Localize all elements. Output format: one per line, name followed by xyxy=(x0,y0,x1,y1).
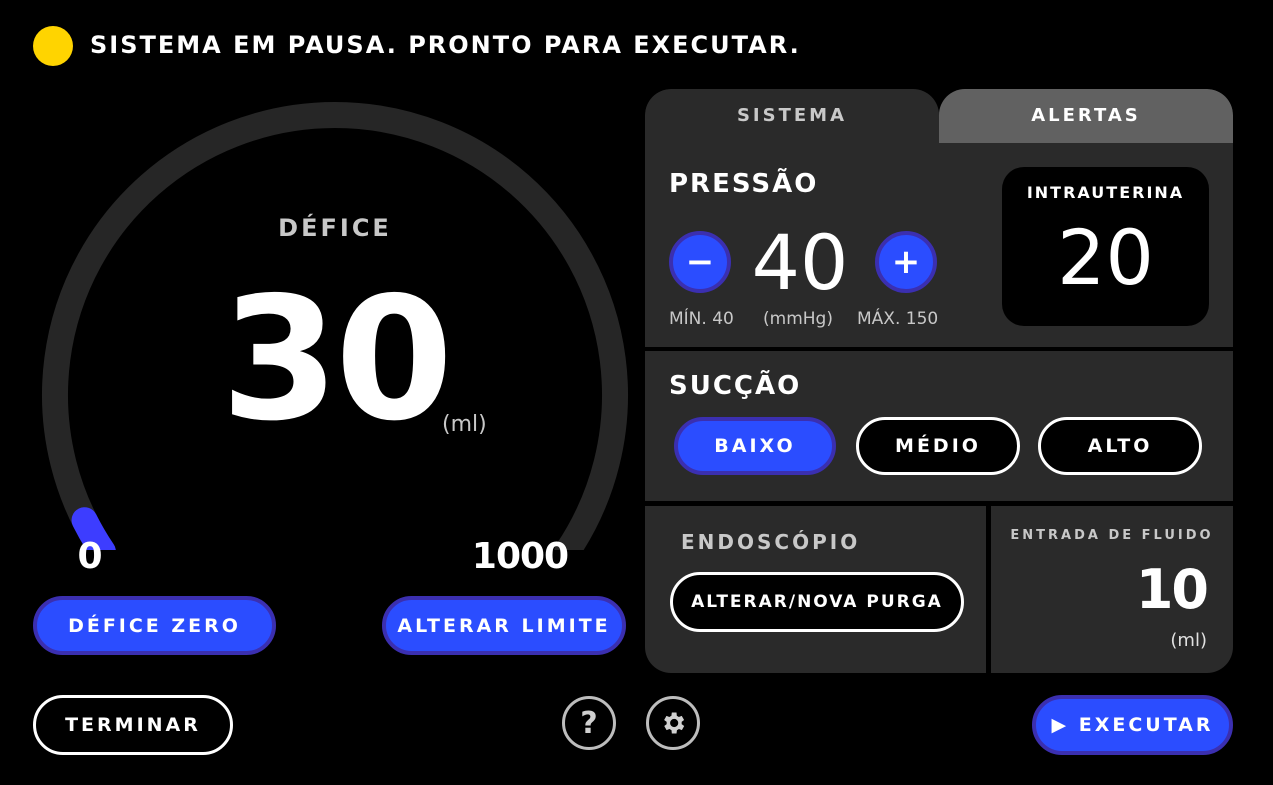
control-panel: ALERTAS SISTEMA PRESSÃO − 40 + MÍN. 40 (… xyxy=(645,89,1233,673)
terminate-button[interactable]: TERMINAR xyxy=(33,695,233,755)
zero-deficit-button[interactable]: DÉFICE ZERO xyxy=(33,596,276,655)
endoscope-title: ENDOSCÓPIO xyxy=(681,530,861,554)
change-limit-button[interactable]: ALTERAR LIMITE xyxy=(382,596,626,655)
pressure-value: 40 xyxy=(751,218,849,307)
tab-alerts-label: ALERTAS xyxy=(1031,105,1141,126)
intrauterine-label: INTRAUTERINA xyxy=(1026,183,1185,202)
intrauterine-display: INTRAUTERINA 20 xyxy=(1002,167,1209,326)
plus-icon: + xyxy=(891,242,921,282)
deficit-value: 30 xyxy=(220,261,454,459)
gear-icon[interactable] xyxy=(646,696,700,750)
suction-section: SUCÇÃO BAIXO MÉDIO ALTO xyxy=(645,351,1233,501)
status-text: SISTEMA EM PAUSA. PRONTO PARA EXECUTAR. xyxy=(90,31,801,59)
pressure-unit-label: (mmHg) xyxy=(763,309,833,329)
pressure-increase-button[interactable]: + xyxy=(875,231,937,293)
tab-system-label: SISTEMA xyxy=(736,105,848,126)
suction-low-button[interactable]: BAIXO xyxy=(674,417,836,475)
execute-button[interactable]: ▶ EXECUTAR xyxy=(1032,695,1233,755)
suction-medium-button[interactable]: MÉDIO xyxy=(856,417,1020,475)
fluid-input-unit: (ml) xyxy=(1170,630,1207,651)
fluid-input-section: ENTRADA DE FLUIDO 10 (ml) xyxy=(991,506,1233,673)
pressure-section: PRESSÃO − 40 + MÍN. 40 (mmHg) MÁX. 150 I… xyxy=(645,143,1233,347)
change-purge-button[interactable]: ALTERAR/NOVA PURGA xyxy=(670,572,964,632)
gauge-max-label: 1000 xyxy=(471,536,569,577)
gauge-min-label: 0 xyxy=(77,536,103,577)
pressure-decrease-button[interactable]: − xyxy=(669,231,731,293)
endoscope-section: ENDOSCÓPIO ALTERAR/NOVA PURGA xyxy=(645,506,986,673)
help-glyph: ? xyxy=(580,705,598,741)
help-icon[interactable]: ? xyxy=(562,696,616,750)
gear-glyph xyxy=(664,712,685,734)
pressure-max-label: MÁX. 150 xyxy=(857,309,939,329)
deficit-unit: (ml) xyxy=(442,412,487,437)
pressure-min-label: MÍN. 40 xyxy=(669,309,734,329)
status-indicator-icon xyxy=(33,26,73,66)
suction-high-button[interactable]: ALTO xyxy=(1038,417,1202,475)
pressure-title: PRESSÃO xyxy=(669,169,819,199)
deficit-title: DÉFICE xyxy=(278,214,392,242)
fluid-input-value: 10 xyxy=(1135,558,1209,621)
minus-icon: − xyxy=(685,242,715,282)
suction-title: SUCÇÃO xyxy=(669,371,802,401)
intrauterine-value: 20 xyxy=(1057,213,1154,302)
fluid-input-title: ENTRADA DE FLUIDO xyxy=(1010,528,1214,543)
